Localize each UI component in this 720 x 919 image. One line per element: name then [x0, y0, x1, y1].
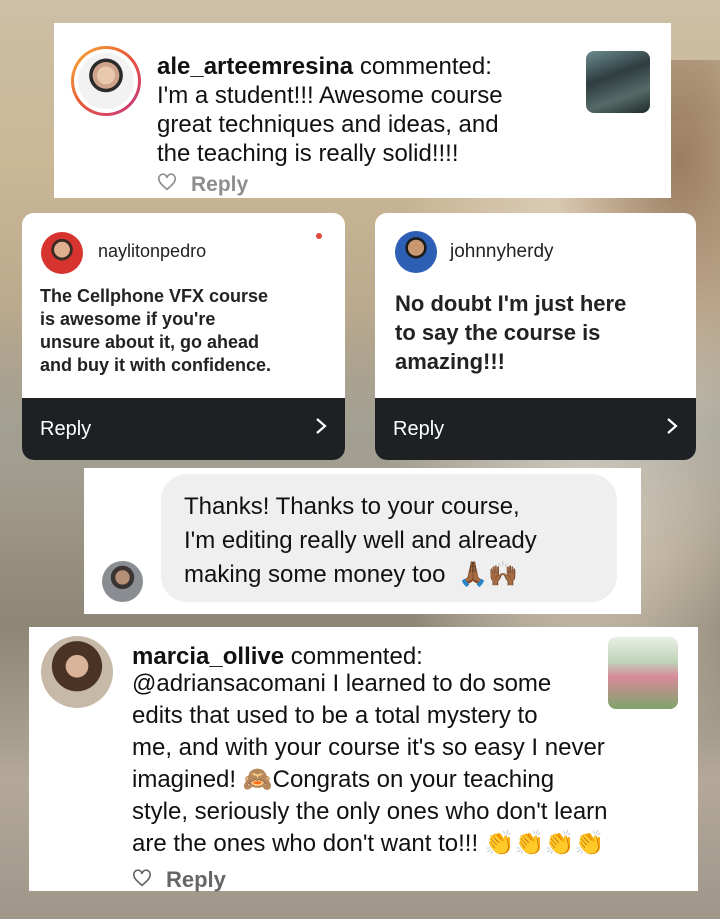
unread-dot: [316, 233, 322, 239]
comment-line: imagined! 🙈Congrats on your teaching: [132, 766, 555, 793]
comment-card-johnny: johnnyherdy No doubt I'm just here to sa…: [375, 213, 696, 460]
avatar[interactable]: [102, 561, 143, 602]
comment-body: @adriansacomani I learned to do some edi…: [132, 668, 608, 860]
comment-line: I'm a student!!! Awesome course: [157, 82, 503, 109]
comment-verb: commented:: [290, 643, 423, 670]
message-card: Thanks! Thanks to your course, I'm editi…: [84, 468, 641, 614]
reply-button[interactable]: Reply: [191, 173, 248, 197]
comment-line: @adriansacomani I learned to do some: [132, 670, 552, 697]
post-thumbnail[interactable]: [586, 51, 650, 113]
comment-body: The Cellphone VFX course is awesome if y…: [40, 285, 271, 377]
comment-line: great techniques and ideas, and: [157, 111, 499, 138]
message-line: Thanks! Thanks to your course,: [184, 493, 520, 520]
username[interactable]: naylitonpedro: [98, 241, 206, 262]
comment-line: me, and with your course it's so easy I …: [132, 734, 605, 761]
comment-card-marcia: marcia_ollive commented: @adriansacomani…: [29, 627, 698, 893]
heart-icon[interactable]: [132, 867, 152, 893]
comment-card-ale: ale_arteemresina commented: I'm a studen…: [54, 23, 671, 198]
reply-bar[interactable]: Reply: [375, 398, 696, 460]
reply-label: Reply: [40, 417, 92, 440]
chevron-right-icon: [315, 417, 327, 441]
message-body: Thanks! Thanks to your course, I'm editi…: [184, 490, 537, 592]
reply-row: Reply: [157, 173, 248, 197]
comment-line: The Cellphone VFX course: [40, 286, 269, 306]
username[interactable]: marcia_ollive: [132, 643, 284, 670]
chevron-right-icon: [666, 417, 678, 441]
comment-body: No doubt I'm just here to say the course…: [395, 289, 626, 376]
username[interactable]: ale_arteemresina: [157, 53, 353, 80]
message-bubble: Thanks! Thanks to your course, I'm editi…: [161, 474, 617, 602]
avatar[interactable]: [78, 53, 134, 109]
comment-line: to say the course is: [395, 320, 601, 345]
comment-line: and buy it with confidence.: [40, 355, 272, 375]
comment-header: ale_arteemresina commented:: [157, 52, 492, 81]
avatar[interactable]: [41, 636, 113, 708]
reply-bar[interactable]: Reply: [22, 398, 345, 460]
comment-line: unsure about it, go ahead: [40, 332, 260, 352]
comment-body: I'm a student!!! Awesome course great te…: [157, 81, 503, 168]
reply-button[interactable]: Reply: [166, 867, 226, 893]
comment-line: style, seriously the only ones who don't…: [132, 798, 608, 825]
avatar[interactable]: [395, 231, 437, 273]
username[interactable]: johnnyherdy: [450, 241, 554, 263]
reply-label: Reply: [393, 417, 445, 440]
comment-verb: commented:: [359, 53, 492, 80]
comment-card-nayliton: naylitonpedro The Cellphone VFX course i…: [22, 213, 345, 460]
message-line: I'm editing really well and already: [184, 527, 537, 554]
comment-line: amazing!!!: [395, 349, 505, 374]
comment-line: are the ones who don't want to!!! 👏👏👏👏: [132, 830, 605, 857]
comment-line: is awesome if you're: [40, 309, 216, 329]
comment-line: edits that used to be a total mystery to: [132, 702, 538, 729]
comment-line: No doubt I'm just here: [395, 291, 627, 316]
pray-clap-emoji: 🙏🏾🙌🏾: [458, 561, 518, 588]
comment-line: the teaching is really solid!!!!: [157, 140, 459, 167]
heart-icon[interactable]: [157, 173, 177, 197]
post-thumbnail[interactable]: [608, 637, 678, 709]
reply-row: Reply: [132, 867, 226, 893]
avatar[interactable]: [41, 232, 83, 274]
message-line: making some money too: [184, 561, 446, 588]
